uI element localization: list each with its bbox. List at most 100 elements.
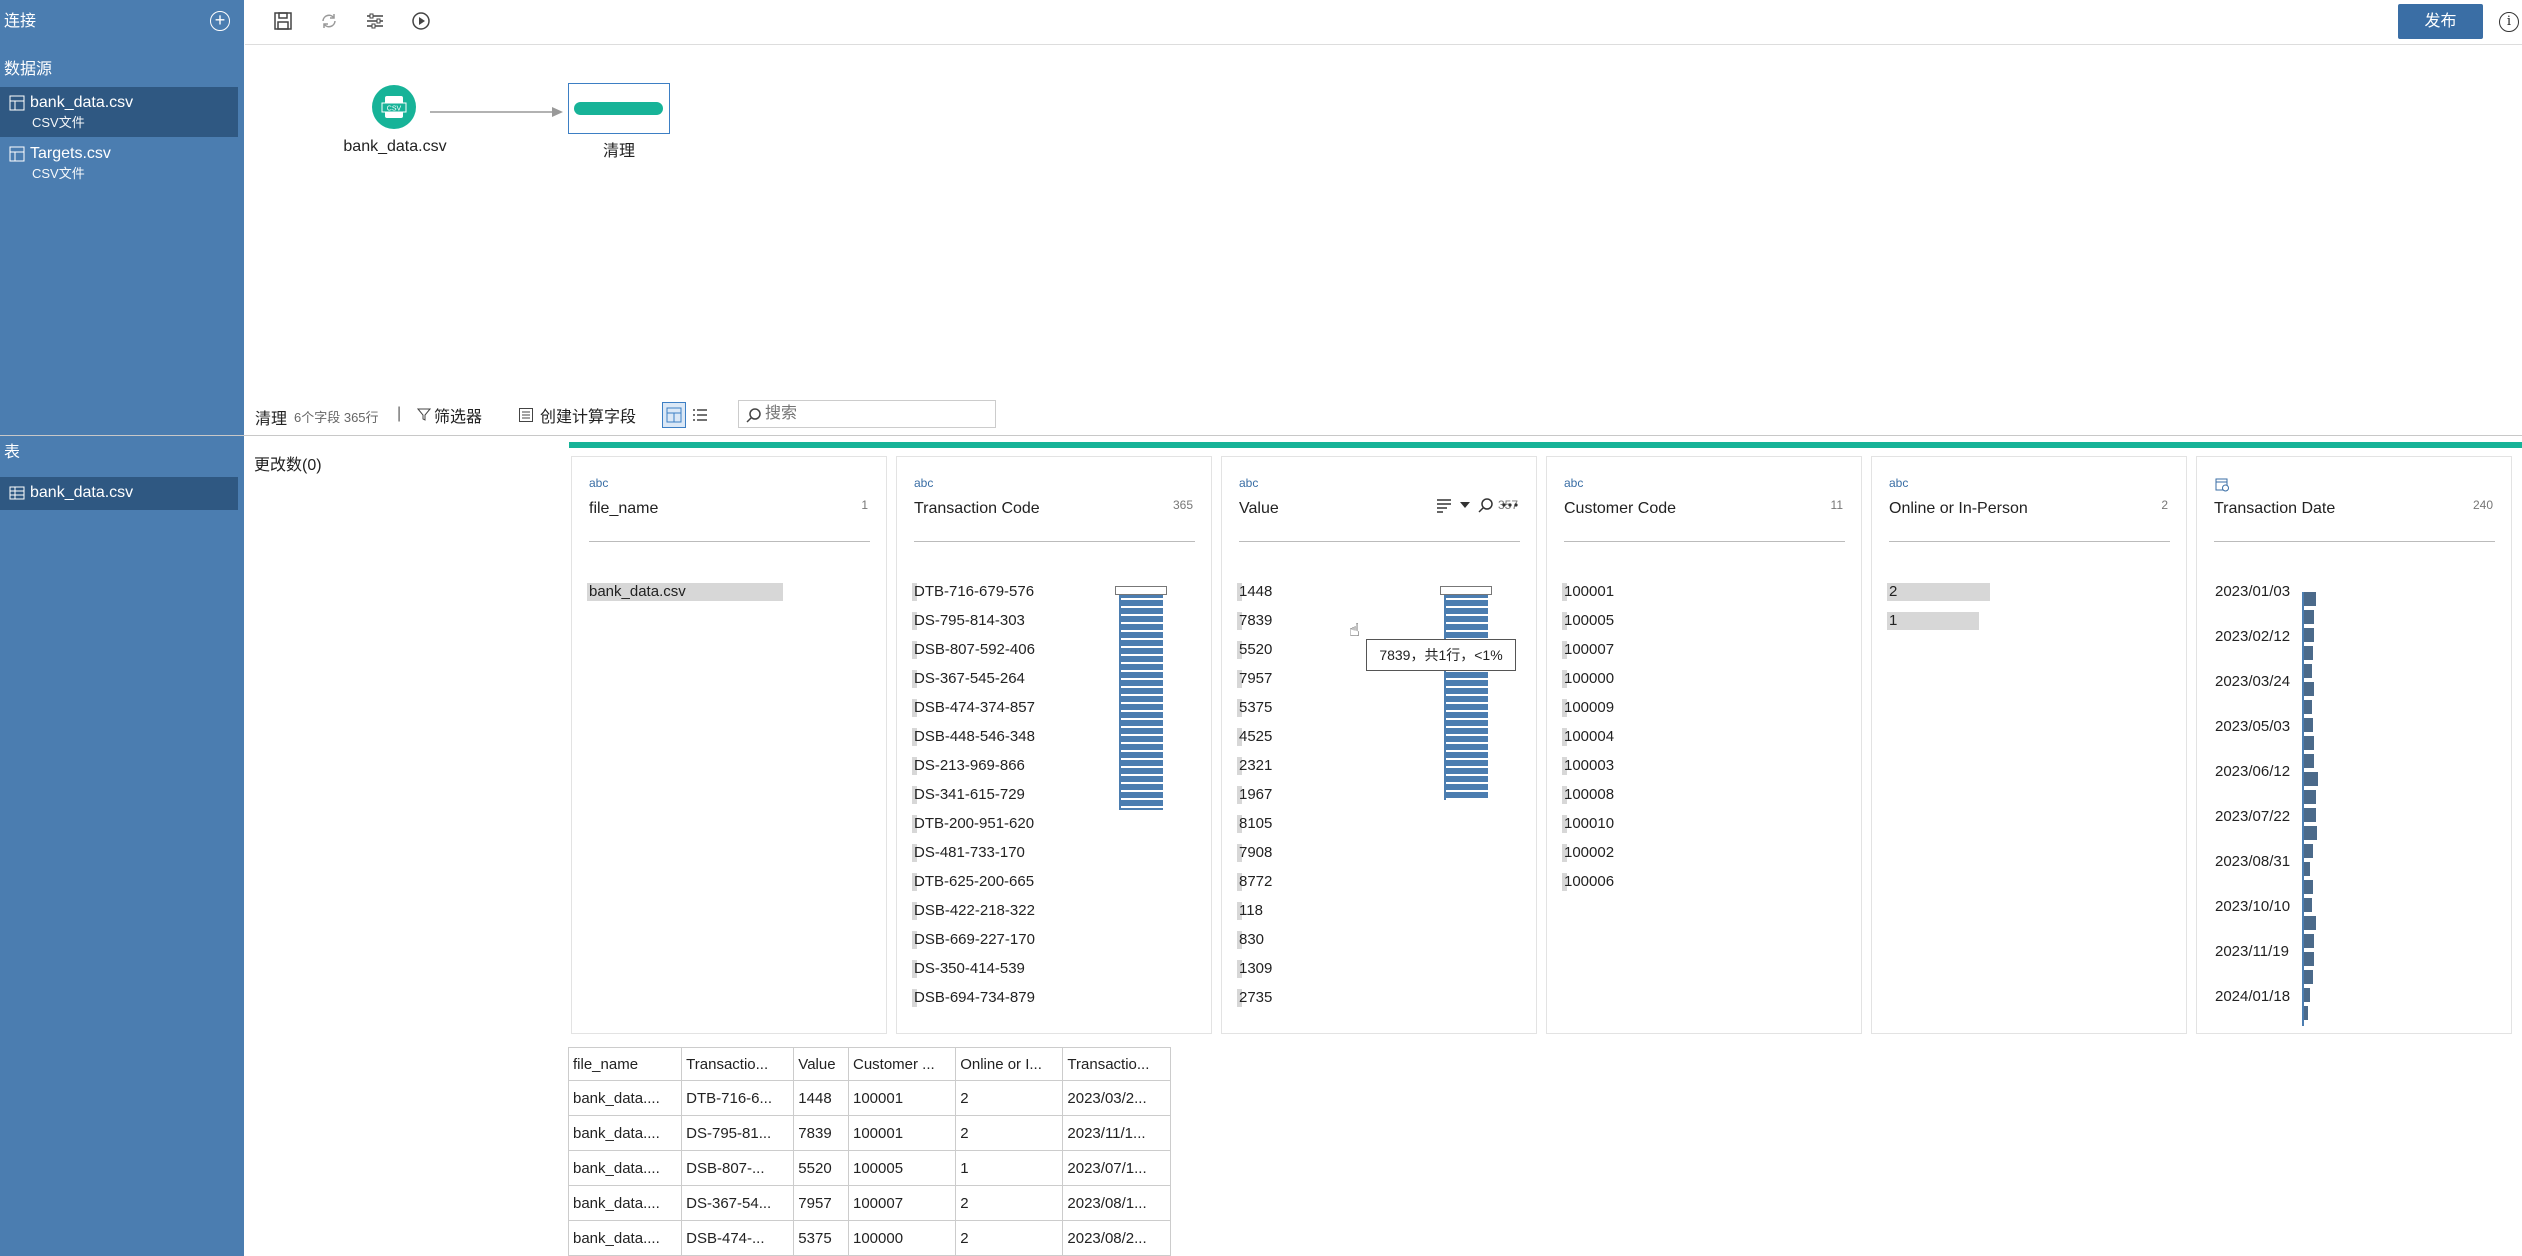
value-row[interactable]: 1 [1887,609,1979,633]
table-cell[interactable]: DSB-474-... [681,1220,795,1256]
value-row[interactable]: bank_data.csv [587,580,783,604]
value-row[interactable]: 100007 [1562,638,1614,662]
table-cell[interactable]: 2 [955,1220,1064,1256]
filter-button[interactable]: 筛选器 [417,403,482,427]
distribution-histogram[interactable] [1115,586,1167,810]
histogram-scroll-handle[interactable] [1115,586,1167,595]
table-item-bank-data[interactable]: bank_data.csv [0,477,238,510]
value-row[interactable]: DS-350-414-539 [912,957,1025,981]
value-row[interactable]: 2023/06/12 [2213,760,2290,784]
table-cell[interactable]: 100001 [847,1115,957,1151]
grid-header[interactable]: Online or I... [955,1047,1064,1081]
publish-button[interactable]: 发布 [2398,4,2483,39]
table-cell[interactable]: 2023/07/1... [1062,1150,1171,1186]
value-row[interactable]: 830 [1237,928,1264,952]
value-row[interactable]: DTB-625-200-665 [912,870,1034,894]
value-row[interactable]: 5375 [1237,696,1272,720]
profile-card[interactable]: abc Customer Code 11 100001 100005 100007 1000… [1546,456,1862,1034]
value-row[interactable]: 118 [1237,899,1263,923]
value-row[interactable]: DSB-694-734-879 [912,986,1035,1010]
save-icon[interactable] [271,9,295,33]
value-row[interactable]: DS-367-545-264 [912,667,1025,691]
table-cell[interactable]: 1448 [793,1080,849,1116]
table-cell[interactable]: 7957 [793,1185,849,1221]
clean-step-node[interactable] [568,83,670,134]
table-cell[interactable]: 7839 [793,1115,849,1151]
table-row[interactable]: bank_data.... DSB-807-... 5520 100005 1 2023/… [567,1150,1171,1186]
chevron-down-icon[interactable] [1460,500,1470,510]
datasource-item-targets[interactable]: Targets.csv CSV文件 [0,138,238,188]
table-cell[interactable]: bank_data.... [567,1080,683,1116]
value-row[interactable]: DTB-200-951-620 [912,812,1034,836]
value-row[interactable]: 100009 [1562,696,1614,720]
profile-card[interactable]: abc file_name 1 bank_data.csv [571,456,887,1034]
table-cell[interactable]: DSB-807-... [681,1150,795,1186]
value-row[interactable]: 100000 [1562,667,1614,691]
table-cell[interactable]: bank_data.... [567,1115,683,1151]
table-cell[interactable]: bank_data.... [567,1220,683,1256]
value-row[interactable]: 2023/03/24 [2213,670,2290,694]
value-row[interactable]: 2735 [1237,986,1272,1010]
search-box[interactable] [738,400,996,428]
value-row[interactable]: 4525 [1237,725,1272,749]
grid-header[interactable]: Transactio... [1062,1047,1171,1081]
table-row[interactable]: bank_data.... DS-367-54... 7957 100007 2 2023… [567,1185,1171,1221]
distribution-histogram[interactable] [1440,586,1492,800]
value-row[interactable]: DSB-807-592-406 [912,638,1035,662]
table-cell[interactable]: 100001 [847,1080,957,1116]
table-cell[interactable]: DTB-716-6... [681,1080,795,1116]
value-row[interactable]: DSB-474-374-857 [912,696,1035,720]
table-cell[interactable]: 5520 [793,1150,849,1186]
profile-card[interactable]: abc Value 357 1448 7839 5520 7957 5375 4525 2321 1… [1221,456,1537,1034]
sort-icon[interactable] [1436,497,1452,513]
create-calc-field-button[interactable]: 创建计算字段 [518,403,636,427]
table-row[interactable]: bank_data.... DTB-716-6... 1448 100001 2 2023… [567,1080,1171,1116]
value-row[interactable]: 100001 [1562,580,1614,604]
value-row[interactable]: 1448 [1237,580,1272,604]
settings-sliders-icon[interactable] [363,9,387,33]
list-view-toggle[interactable] [688,402,712,428]
value-row[interactable]: 100004 [1562,725,1614,749]
table-row[interactable]: bank_data.... DSB-474-... 5375 100000 2 2023/… [567,1220,1171,1256]
more-options-icon[interactable] [1502,502,1518,508]
grid-header[interactable]: file_name [567,1047,683,1081]
value-row[interactable]: 100002 [1562,841,1614,865]
value-row[interactable]: DS-481-733-170 [912,841,1025,865]
table-cell[interactable]: 2 [955,1080,1064,1116]
table-cell[interactable]: 2023/08/1... [1062,1185,1171,1221]
histogram-scroll-handle[interactable] [1440,586,1492,595]
value-row[interactable]: DSB-448-546-348 [912,725,1035,749]
value-row[interactable]: DS-213-969-866 [912,754,1025,778]
table-cell[interactable]: 100007 [847,1185,957,1221]
table-cell[interactable]: DS-367-54... [681,1185,795,1221]
refresh-icon[interactable] [317,9,341,33]
table-cell[interactable]: bank_data.... [567,1150,683,1186]
table-cell[interactable]: 2 [955,1185,1064,1221]
table-cell[interactable]: 2 [955,1115,1064,1151]
value-row[interactable]: 5520 [1237,638,1272,662]
search-field-icon[interactable] [1478,497,1494,513]
grid-header[interactable]: Customer ... [847,1047,957,1081]
table-cell[interactable]: bank_data.... [567,1185,683,1221]
value-row[interactable]: 100006 [1562,870,1614,894]
value-row[interactable]: 2023/01/03 [2213,580,2290,604]
value-row[interactable]: 7908 [1237,841,1272,865]
value-row[interactable]: 2023/05/03 [2213,715,2290,739]
value-row[interactable]: 2024/01/18 [2213,985,2290,1009]
value-row[interactable]: 1967 [1237,783,1272,807]
value-row[interactable]: 2023/08/31 [2213,850,2290,874]
value-row[interactable]: 1309 [1237,957,1272,981]
table-cell[interactable]: 2023/11/1... [1062,1115,1171,1151]
value-row[interactable]: 7839 [1237,609,1272,633]
value-row[interactable]: 2023/11/19 [2213,940,2289,964]
csv-input-node[interactable]: CSV [372,85,416,129]
profile-view-toggle[interactable] [662,402,686,428]
table-cell[interactable]: 2023/03/2... [1062,1080,1171,1116]
value-row[interactable]: 100010 [1562,812,1614,836]
value-row[interactable]: DSB-669-227-170 [912,928,1035,952]
value-row[interactable]: 100008 [1562,783,1614,807]
search-input[interactable] [765,403,990,425]
table-cell[interactable]: 100000 [847,1220,957,1256]
table-cell[interactable]: 100005 [847,1150,957,1186]
run-icon[interactable] [409,9,433,33]
